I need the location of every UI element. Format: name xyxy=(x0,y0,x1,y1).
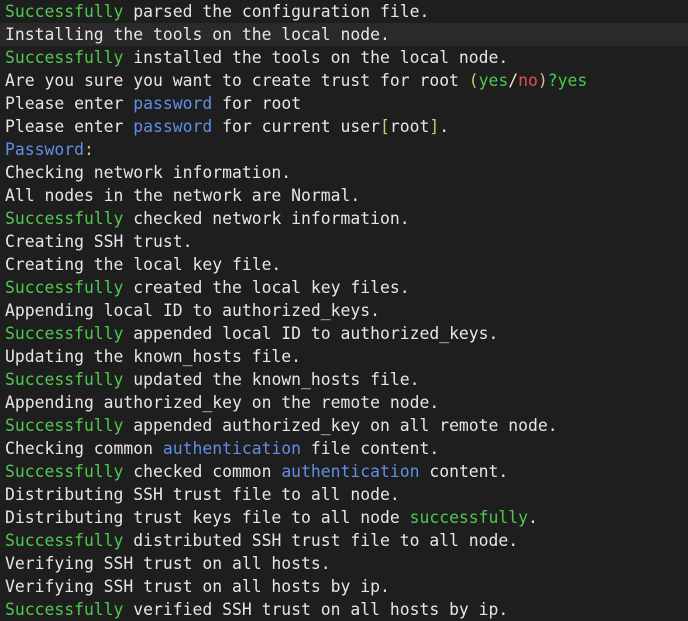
terminal-text-segment: Successfully xyxy=(5,48,124,67)
terminal-text-segment: . xyxy=(528,508,538,527)
terminal-line: Are you sure you want to create trust fo… xyxy=(0,69,688,92)
terminal-text-segment: Successfully xyxy=(5,370,124,389)
terminal-line: Verifying SSH trust on all hosts. xyxy=(0,552,688,575)
terminal-line: Successfully created the local key files… xyxy=(0,276,688,299)
terminal-text-segment: Appending local ID to authorized_keys. xyxy=(5,301,380,320)
terminal-text-segment: Installing the tools on the local node. xyxy=(5,25,390,44)
terminal-text-segment: authentication xyxy=(162,439,302,458)
terminal-text-segment: Please enter xyxy=(5,94,134,113)
terminal-line: Verifying SSH trust on all hosts by ip. xyxy=(0,575,688,598)
terminal-text-segment: updated the known_hosts file. xyxy=(123,370,420,389)
terminal-line: Installing the tools on the local node. xyxy=(0,23,688,46)
terminal-text-segment: Successfully xyxy=(5,416,124,435)
terminal-text-segment: appended authorized_key on all remote no… xyxy=(123,416,558,435)
terminal-line: All nodes in the network are Normal. xyxy=(0,184,688,207)
terminal-text-segment: ( xyxy=(468,71,479,90)
terminal-line: Successfully parsed the configuration fi… xyxy=(0,0,688,23)
terminal-text-segment: verified SSH trust on all hosts by ip. xyxy=(123,600,509,619)
terminal-text-segment: Creating SSH trust. xyxy=(5,232,193,251)
terminal-text-segment: Verifying SSH trust on all hosts. xyxy=(5,554,331,573)
terminal-line: Successfully installed the tools on the … xyxy=(0,46,688,69)
terminal-text-segment: Checking common xyxy=(5,439,163,458)
terminal-text-segment: ] xyxy=(429,117,440,136)
terminal-text-segment: installed the tools on the local node. xyxy=(123,48,509,67)
terminal-text-segment: content. xyxy=(419,462,509,481)
terminal-line: Distributing SSH trust file to all node. xyxy=(0,483,688,506)
terminal-text-segment: Successfully xyxy=(5,209,124,228)
terminal-line: Checking common authentication file cont… xyxy=(0,437,688,460)
terminal-text-segment: Successfully xyxy=(5,2,124,21)
terminal-line: Distributing trust keys file to all node… xyxy=(0,506,688,529)
terminal-text-segment: file content. xyxy=(301,439,440,458)
terminal-text-segment: for current user xyxy=(212,117,381,136)
terminal-text-segment: Verifying SSH trust on all hosts by ip. xyxy=(5,577,390,596)
terminal-text-segment: Password xyxy=(5,140,84,159)
terminal-text-segment: Updating the known_hosts file. xyxy=(5,347,302,366)
terminal-text-segment: ) xyxy=(537,71,548,90)
terminal-text-segment: Checking network information. xyxy=(5,163,292,182)
terminal-line: Successfully verified SSH trust on all h… xyxy=(0,598,688,621)
terminal-text-segment: Appending authorized_key on the remote n… xyxy=(5,393,440,412)
terminal-text-segment: password xyxy=(133,117,213,136)
terminal-line: Updating the known_hosts file. xyxy=(0,345,688,368)
terminal-text-segment: successfully xyxy=(409,508,529,527)
terminal-text-segment: checked common xyxy=(123,462,282,481)
terminal-line: Creating SSH trust. xyxy=(0,230,688,253)
terminal-text-segment: root xyxy=(389,117,430,136)
terminal-line: Successfully distributed SSH trust file … xyxy=(0,529,688,552)
terminal-output[interactable]: Successfully parsed the configuration fi… xyxy=(0,0,688,619)
terminal-line: Successfully checked common authenticati… xyxy=(0,460,688,483)
terminal-text-segment: Successfully xyxy=(5,278,124,297)
terminal-text-segment: checked network information. xyxy=(123,209,410,228)
terminal-line: Successfully checked network information… xyxy=(0,207,688,230)
terminal-line: Appending local ID to authorized_keys. xyxy=(0,299,688,322)
terminal-text-segment: [ xyxy=(380,117,390,136)
terminal-text-segment: Distributing SSH trust file to all node. xyxy=(5,485,400,504)
terminal-text-segment: distributed SSH trust file to all node. xyxy=(123,531,519,550)
terminal-line: Successfully appended local ID to author… xyxy=(0,322,688,345)
terminal-text-segment: no xyxy=(518,71,538,90)
terminal-text-segment: / xyxy=(508,71,519,90)
terminal-text-segment: All nodes in the network are Normal. xyxy=(5,186,361,205)
terminal-text-segment: Are you sure you want to create trust fo… xyxy=(5,71,469,90)
terminal-text-segment: Distributing trust keys file to all node xyxy=(5,508,410,527)
terminal-text-segment: Successfully xyxy=(5,600,124,619)
terminal-text-segment: password xyxy=(133,94,213,113)
terminal-line: Please enter password for current user[r… xyxy=(0,115,688,138)
terminal-line: Creating the local key file. xyxy=(0,253,688,276)
terminal-text-segment: Successfully xyxy=(5,462,124,481)
terminal-text-segment: for root xyxy=(212,94,302,113)
terminal-line: Password: xyxy=(0,138,688,161)
terminal-text-segment: appended local ID to authorized_keys. xyxy=(123,324,499,343)
terminal-text-segment: authentication xyxy=(281,462,420,481)
terminal-text-segment: Creating the local key file. xyxy=(5,255,282,274)
terminal-text-segment: : xyxy=(83,140,94,159)
terminal-text-segment: Please enter xyxy=(5,117,134,136)
terminal-line: Successfully updated the known_hosts fil… xyxy=(0,368,688,391)
terminal-text-segment: parsed the configuration file. xyxy=(123,2,430,21)
terminal-text-segment: created the local key files. xyxy=(123,278,410,297)
terminal-line: Please enter password for root xyxy=(0,92,688,115)
terminal-line: Successfully appended authorized_key on … xyxy=(0,414,688,437)
terminal-line: Checking network information. xyxy=(0,161,688,184)
terminal-text-segment: yes xyxy=(478,71,509,90)
terminal-line: Appending authorized_key on the remote n… xyxy=(0,391,688,414)
terminal-text-segment: Successfully xyxy=(5,531,124,550)
terminal-text-segment: ?yes xyxy=(547,71,588,90)
terminal-text-segment: . xyxy=(439,117,450,136)
terminal-text-segment: Successfully xyxy=(5,324,124,343)
